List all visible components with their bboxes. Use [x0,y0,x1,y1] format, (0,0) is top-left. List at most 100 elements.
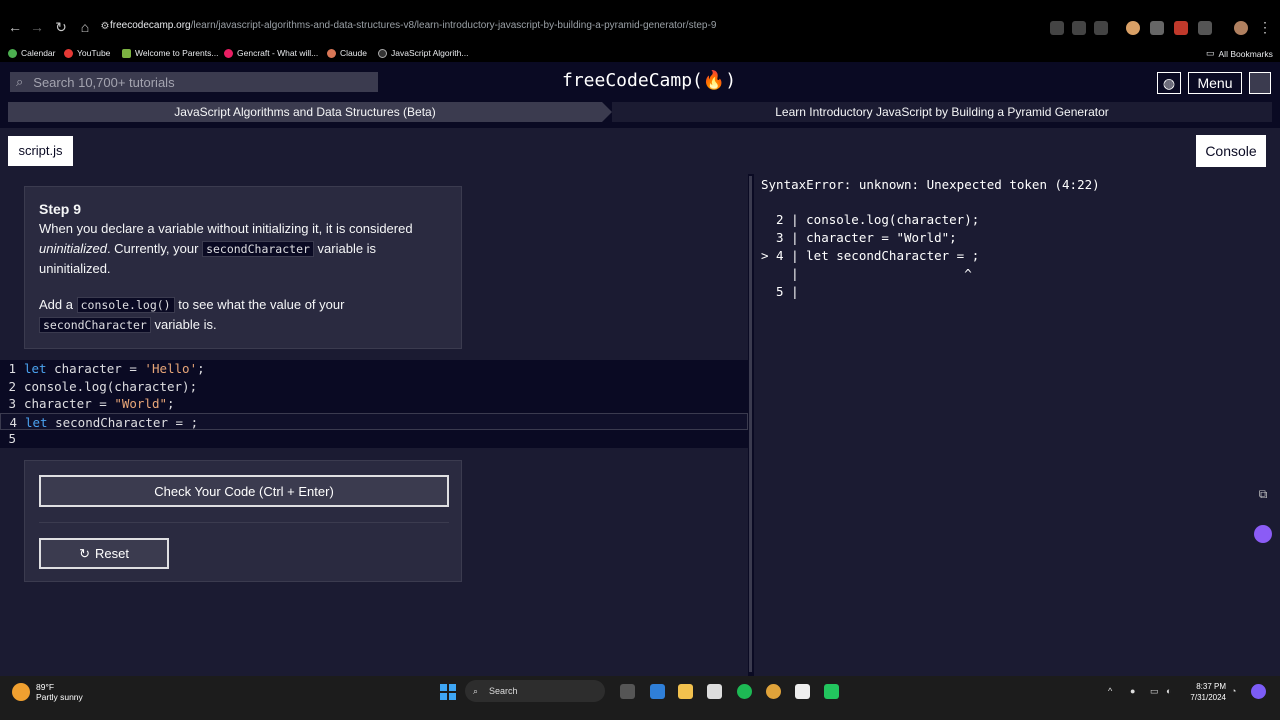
browser-tab-strip [0,0,1280,8]
notification-bell-icon[interactable]: ◔ [1231,686,1241,696]
inline-code: secondCharacter [39,317,151,333]
spotify-icon[interactable] [737,684,752,699]
code-plain: secondCharacter = ; [47,414,199,430]
windows-start-icon[interactable] [440,684,456,700]
code-text: character = "World"; [24,395,175,413]
search-input[interactable] [33,74,354,90]
microphone-icon[interactable]: ● [1130,686,1140,696]
code-string: "World" [114,396,167,412]
search-bar[interactable]: ⌕ [10,72,378,92]
code-string: 'Hello' [144,361,198,376]
claude-icon [327,48,336,58]
bookmark-label: Calendar [21,48,56,58]
code-line[interactable]: 5 [0,430,748,448]
actions-panel: Check Your Code (Ctrl + Enter) ↻ Reset [24,460,462,582]
language-globe-icon[interactable]: ◍ [1157,72,1181,94]
extension-new-icon[interactable] [1174,21,1188,35]
console-line: | ^ [761,266,972,281]
instructions-panel: Step 9 When you declare a variable witho… [24,186,462,349]
back-icon[interactable]: ← [6,18,24,36]
divider [39,522,449,523]
user-avatar[interactable] [1249,72,1271,94]
forward-icon[interactable]: → [28,18,46,36]
scrollbar[interactable] [749,176,752,672]
url-path: /learn/javascript-algorithms-and-data-st… [190,20,717,31]
chrome-icon[interactable] [766,684,781,699]
instruction-paragraph: When you declare a variable without init… [39,219,447,279]
file-explorer-icon[interactable] [678,684,693,699]
volume-icon[interactable]: ◐ [1166,686,1176,696]
code-line-active[interactable]: 4 let secondCharacter = ; [0,412,748,432]
inline-code: secondCharacter [202,241,314,257]
taskbar-search-label: Search [489,686,518,696]
extension-icon[interactable] [1126,21,1140,35]
search-icon: ⌕ [16,74,24,89]
star-icon[interactable] [1094,21,1108,35]
all-bookmarks[interactable]: ▭ All Bookmarks [1206,48,1273,59]
kebab-menu-icon[interactable]: ⋮ [1256,18,1274,36]
bookmarks-bar: Calendar YouTube Welcome to Parents... G… [0,46,1280,62]
inline-code: console.log() [76,297,175,313]
code-editor[interactable]: 1 let character = 'Hello'; 2 console.log(c… [0,360,748,448]
clock-time: 8:37 PM [1196,682,1226,691]
clock[interactable]: 8:37 PM 7/31/2024 [1186,681,1226,703]
app-icon[interactable] [650,684,665,699]
chevron-up-icon[interactable]: ^ [1108,686,1118,696]
copilot-icon[interactable] [1251,684,1266,699]
task-view-icon[interactable] [620,684,635,699]
taskbar-search[interactable]: ⌕ Search [465,680,605,702]
all-bookmarks-label: All Bookmarks [1218,48,1273,59]
bookmark-label: JavaScript Algorith... [391,48,469,58]
code-keyword: let [25,414,48,430]
youtube-icon [64,48,73,58]
menu-button[interactable]: Menu [1188,72,1242,94]
os-taskbar: 89°F Partly sunny ⌕ Search ^ ● ▭ ◐ 8:37 PM… [0,676,1280,720]
network-icon[interactable]: ▭ [1150,686,1160,696]
reset-button[interactable]: ↻ Reset [39,538,169,569]
tab-console[interactable]: Console [1196,135,1266,167]
app-icon[interactable] [824,684,839,699]
bookmark-label: YouTube [77,48,111,58]
instruction-emphasis: uninitialized [39,241,107,256]
weather-widget[interactable]: 89°F Partly sunny [12,682,83,702]
address-bar[interactable]: freecodecamp.org/learn/javascript-algori… [110,20,716,31]
bookmark-item[interactable]: YouTube [64,48,110,58]
bookmark-item[interactable]: Gencraft - What will... [224,48,318,58]
home-icon[interactable]: ⌂ [76,18,94,36]
tab-script-js[interactable]: script.js [8,136,73,166]
bookmark-item[interactable]: Calendar [8,48,56,58]
extension-icon[interactable] [1150,21,1164,35]
code-plain: ; [197,361,205,376]
breadcrumb-arrow [602,102,612,122]
check-code-button[interactable]: Check Your Code (Ctrl + Enter) [39,475,449,507]
code-line[interactable]: 2 console.log(character); [0,378,748,396]
site-logo[interactable]: freeCodeCamp(🔥) [562,70,736,91]
weather-condition: Partly sunny [36,692,83,702]
code-text: let secondCharacter = ; [25,414,198,432]
instruction-paragraph: Add a console.log() to see what the valu… [39,295,447,335]
reload-icon[interactable]: ↻ [52,18,70,36]
notion-icon[interactable] [795,684,810,699]
search-icon: ⌕ [473,686,479,696]
install-icon[interactable] [1050,21,1064,35]
translate-icon[interactable]: ⧉ [1254,487,1272,505]
line-number: 3 [8,396,16,412]
bookmark-item[interactable]: Claude [327,48,367,58]
breadcrumb-superblock[interactable]: JavaScript Algorithms and Data Structure… [8,102,602,122]
assistant-icon[interactable] [1254,525,1272,543]
bookmark-item[interactable]: JavaScript Algorith... [378,48,468,58]
extensions-puzzle-icon[interactable] [1198,21,1212,35]
folder-icon: ▭ [1206,48,1215,58]
zoom-icon[interactable] [1072,21,1086,35]
breadcrumb-block[interactable]: Learn Introductory JavaScript by Buildin… [612,102,1272,122]
store-icon[interactable] [707,684,722,699]
console-line: 3 | character = "World"; [761,230,957,245]
code-line[interactable]: 1 let character = 'Hello'; [0,360,748,378]
code-plain: character = [46,361,145,376]
bookmark-label: Claude [340,48,367,58]
profile-avatar[interactable] [1234,21,1248,35]
code-line[interactable]: 3 character = "World"; [0,395,748,413]
bookmark-item[interactable]: Welcome to Parents... [122,48,218,58]
instruction-text: Add a [39,297,77,312]
editor-pane: Step 9 When you declare a variable witho… [0,174,748,676]
